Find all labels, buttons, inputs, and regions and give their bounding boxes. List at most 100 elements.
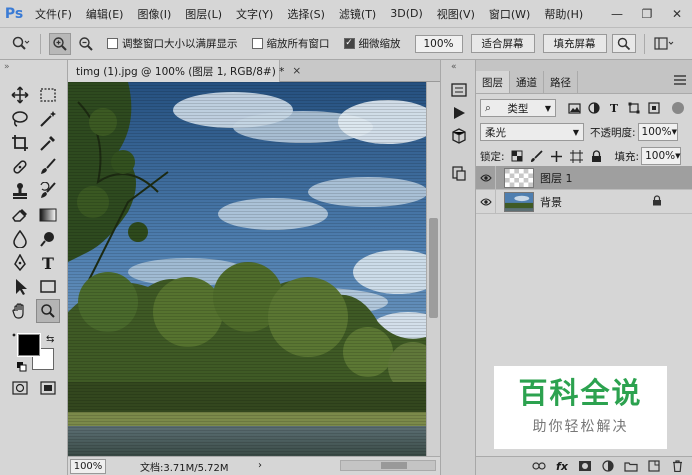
new-layer-icon[interactable] — [645, 458, 663, 474]
blend-mode-select[interactable]: 柔光 ▼ — [480, 123, 584, 141]
properties-panel-icon[interactable] — [449, 163, 469, 183]
scrollbar-thumb[interactable] — [429, 218, 438, 318]
brush-tool-icon[interactable] — [36, 155, 60, 179]
clone-stamp-tool-icon[interactable] — [8, 179, 32, 203]
layer-filter-select[interactable]: ⌕ 类型 ▼ — [480, 99, 556, 117]
filter-toggle-icon[interactable] — [672, 102, 684, 114]
magic-wand-tool-icon[interactable] — [36, 107, 60, 131]
tab-channels[interactable]: 通道 — [510, 71, 544, 93]
move-tool-icon[interactable] — [8, 83, 32, 107]
fit-screen-button[interactable]: 适合屏幕 — [470, 34, 535, 53]
zoom-in-icon[interactable] — [49, 32, 71, 55]
checkbox-box[interactable] — [251, 38, 263, 49]
minimize-button[interactable]: — — [602, 0, 632, 28]
opacity-value: 100% — [641, 126, 672, 138]
workspace-switcher-icon[interactable] — [653, 33, 675, 55]
filter-type-icon[interactable]: T — [606, 100, 622, 116]
crop-tool-icon[interactable] — [8, 131, 32, 155]
lock-artboard-icon[interactable] — [569, 148, 585, 164]
menu-filter[interactable]: 滤镜(T) — [332, 6, 383, 22]
3d-panel-icon[interactable] — [449, 126, 469, 146]
close-button[interactable]: ✕ — [662, 0, 692, 28]
search-icon[interactable] — [611, 34, 636, 53]
gradient-tool-icon[interactable] — [36, 203, 60, 227]
eraser-tool-icon[interactable] — [8, 203, 32, 227]
healing-brush-tool-icon[interactable] — [8, 155, 32, 179]
path-selection-tool-icon[interactable] — [8, 275, 32, 299]
filter-shape-icon[interactable] — [626, 100, 642, 116]
zoom-out-icon[interactable] — [75, 33, 97, 55]
filter-pixel-icon[interactable] — [566, 100, 582, 116]
blur-tool-icon[interactable] — [8, 227, 32, 251]
layer-row-layer1[interactable]: 图层 1 — [476, 165, 692, 190]
opacity-field[interactable]: 100% ▼ — [637, 123, 678, 141]
menu-3d[interactable]: 3D(D) — [383, 7, 430, 20]
menu-view[interactable]: 视图(V) — [430, 6, 482, 22]
pen-tool-icon[interactable] — [8, 251, 32, 275]
visibility-eye-icon[interactable] — [476, 189, 496, 214]
tab-layers[interactable]: 图层 — [476, 71, 510, 93]
toolbox-collapse-icon[interactable]: » — [4, 62, 10, 72]
fill-field[interactable]: 100% ▼ — [641, 147, 682, 165]
scrubby-zoom-checkbox[interactable]: ✓ 细微缩放 — [343, 36, 401, 51]
status-menu-arrow-icon[interactable]: › — [258, 460, 262, 471]
hand-tool-icon[interactable] — [8, 299, 32, 323]
layer-style-fx-icon[interactable]: fx — [553, 458, 571, 474]
lasso-tool-icon[interactable] — [8, 107, 32, 131]
history-brush-tool-icon[interactable] — [36, 179, 60, 203]
horizontal-scrollbar[interactable] — [340, 460, 436, 471]
scrollbar-thumb[interactable] — [381, 462, 407, 469]
document-tab[interactable]: timg (1).jpg @ 100% (图层 1, RGB/8#) * × — [68, 60, 301, 82]
menu-layer[interactable]: 图层(L) — [178, 6, 229, 22]
filter-smart-object-icon[interactable] — [646, 100, 662, 116]
lock-transparent-pixels-icon[interactable] — [509, 148, 525, 164]
resize-windows-checkbox[interactable]: 调整窗口大小以满屏显示 — [107, 36, 238, 51]
link-layers-icon[interactable] — [530, 458, 548, 474]
restore-button[interactable]: ❐ — [632, 0, 662, 28]
menu-window[interactable]: 窗口(W) — [482, 6, 537, 22]
zoom-tool-icon[interactable] — [36, 299, 60, 323]
default-colors-icon[interactable] — [17, 362, 27, 375]
foreground-color-swatch[interactable] — [17, 333, 41, 357]
checkmark-icon[interactable]: ✓ — [343, 38, 355, 49]
expand-panels-icon[interactable]: « — [451, 62, 457, 72]
zoom-all-windows-checkbox[interactable]: 缩放所有窗口 — [251, 36, 330, 51]
fill-screen-button[interactable]: 填充屏幕 — [542, 34, 607, 53]
lock-all-icon[interactable] — [589, 148, 605, 164]
layer-row-background[interactable]: 背景 — [476, 189, 692, 214]
adjustment-layer-icon[interactable] — [599, 458, 617, 474]
menu-select[interactable]: 选择(S) — [280, 6, 332, 22]
options-bar: 调整窗口大小以满屏显示 缩放所有窗口 ✓ 细微缩放 100% 适合屏幕 填充屏幕 — [0, 28, 692, 60]
marquee-tool-icon[interactable] — [36, 83, 60, 107]
swap-colors-icon[interactable]: ⇆ — [46, 334, 54, 345]
eyedropper-tool-icon[interactable] — [36, 131, 60, 155]
new-group-folder-icon[interactable] — [622, 458, 640, 474]
quick-mask-icon[interactable] — [8, 376, 32, 400]
menu-edit[interactable]: 编辑(E) — [79, 6, 131, 22]
dodge-tool-icon[interactable] — [36, 227, 60, 251]
menu-type[interactable]: 文字(Y) — [229, 6, 280, 22]
status-zoom-field[interactable]: 100% — [70, 458, 106, 474]
delete-layer-trash-icon[interactable] — [668, 458, 686, 474]
zoom-percent-field[interactable]: 100% — [414, 34, 463, 53]
visibility-eye-icon[interactable] — [476, 165, 496, 190]
vertical-scrollbar[interactable] — [426, 82, 440, 456]
menu-image[interactable]: 图像(I) — [130, 6, 178, 22]
lock-image-pixels-icon[interactable] — [529, 148, 545, 164]
type-tool-icon[interactable]: T — [36, 251, 60, 275]
rectangle-tool-icon[interactable] — [36, 275, 60, 299]
tab-paths[interactable]: 路径 — [544, 71, 578, 93]
lock-position-icon[interactable] — [549, 148, 565, 164]
actions-play-icon[interactable] — [449, 103, 469, 123]
menu-file[interactable]: 文件(F) — [28, 6, 79, 22]
filter-adjustment-icon[interactable] — [586, 100, 602, 116]
screen-mode-icon[interactable] — [36, 376, 60, 400]
panel-menu-icon[interactable] — [674, 75, 686, 88]
canvas-image[interactable] — [68, 82, 426, 456]
zoom-tool-preset-icon[interactable] — [10, 33, 32, 55]
close-document-icon[interactable]: × — [292, 65, 301, 77]
history-panel-icon[interactable] — [449, 80, 469, 100]
add-mask-icon[interactable] — [576, 458, 594, 474]
menu-help[interactable]: 帮助(H) — [537, 6, 590, 22]
checkbox-box[interactable] — [107, 38, 118, 49]
